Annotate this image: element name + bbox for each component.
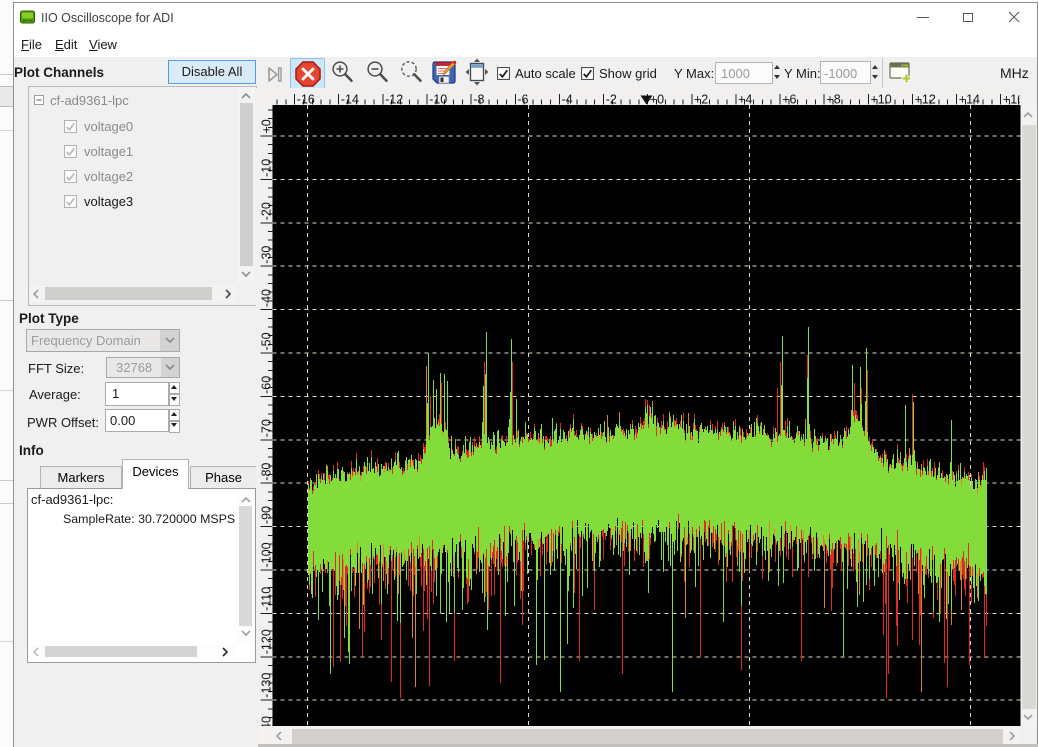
svg-text:+16: +16 — [1003, 93, 1021, 107]
svg-text:-16: -16 — [297, 93, 315, 107]
svg-text:-60: -60 — [260, 376, 274, 394]
svg-text:+2: +2 — [694, 93, 708, 107]
svg-text:+8: +8 — [826, 93, 840, 107]
svg-text:+4: +4 — [738, 93, 752, 107]
svg-text:-14: -14 — [341, 93, 359, 107]
svg-text:+10: +10 — [871, 93, 892, 107]
svg-text:+6: +6 — [782, 93, 796, 107]
svg-text:-70: -70 — [260, 419, 274, 437]
svg-text:-30: -30 — [260, 246, 274, 264]
svg-text:-4: -4 — [562, 93, 573, 107]
svg-text:+0: +0 — [260, 119, 274, 133]
svg-text:-10: -10 — [429, 93, 447, 107]
svg-text:-80: -80 — [260, 463, 274, 481]
svg-text:-50: -50 — [260, 332, 274, 350]
svg-text:-12: -12 — [385, 93, 403, 107]
svg-text:-40: -40 — [260, 289, 274, 307]
svg-text:+0: +0 — [650, 93, 664, 107]
svg-text:-120: -120 — [260, 629, 274, 654]
svg-text:-110: -110 — [260, 587, 274, 611]
svg-text:-2: -2 — [606, 93, 617, 107]
svg-text:-10: -10 — [260, 159, 274, 177]
svg-text:-130: -130 — [260, 673, 274, 698]
svg-text:-100: -100 — [260, 542, 274, 567]
svg-text:-20: -20 — [260, 202, 274, 220]
svg-text:-8: -8 — [473, 93, 484, 107]
svg-text:+12: +12 — [915, 93, 936, 107]
svg-text:-90: -90 — [260, 506, 274, 524]
svg-text:+14: +14 — [959, 93, 980, 107]
svg-text:-6: -6 — [517, 93, 528, 107]
